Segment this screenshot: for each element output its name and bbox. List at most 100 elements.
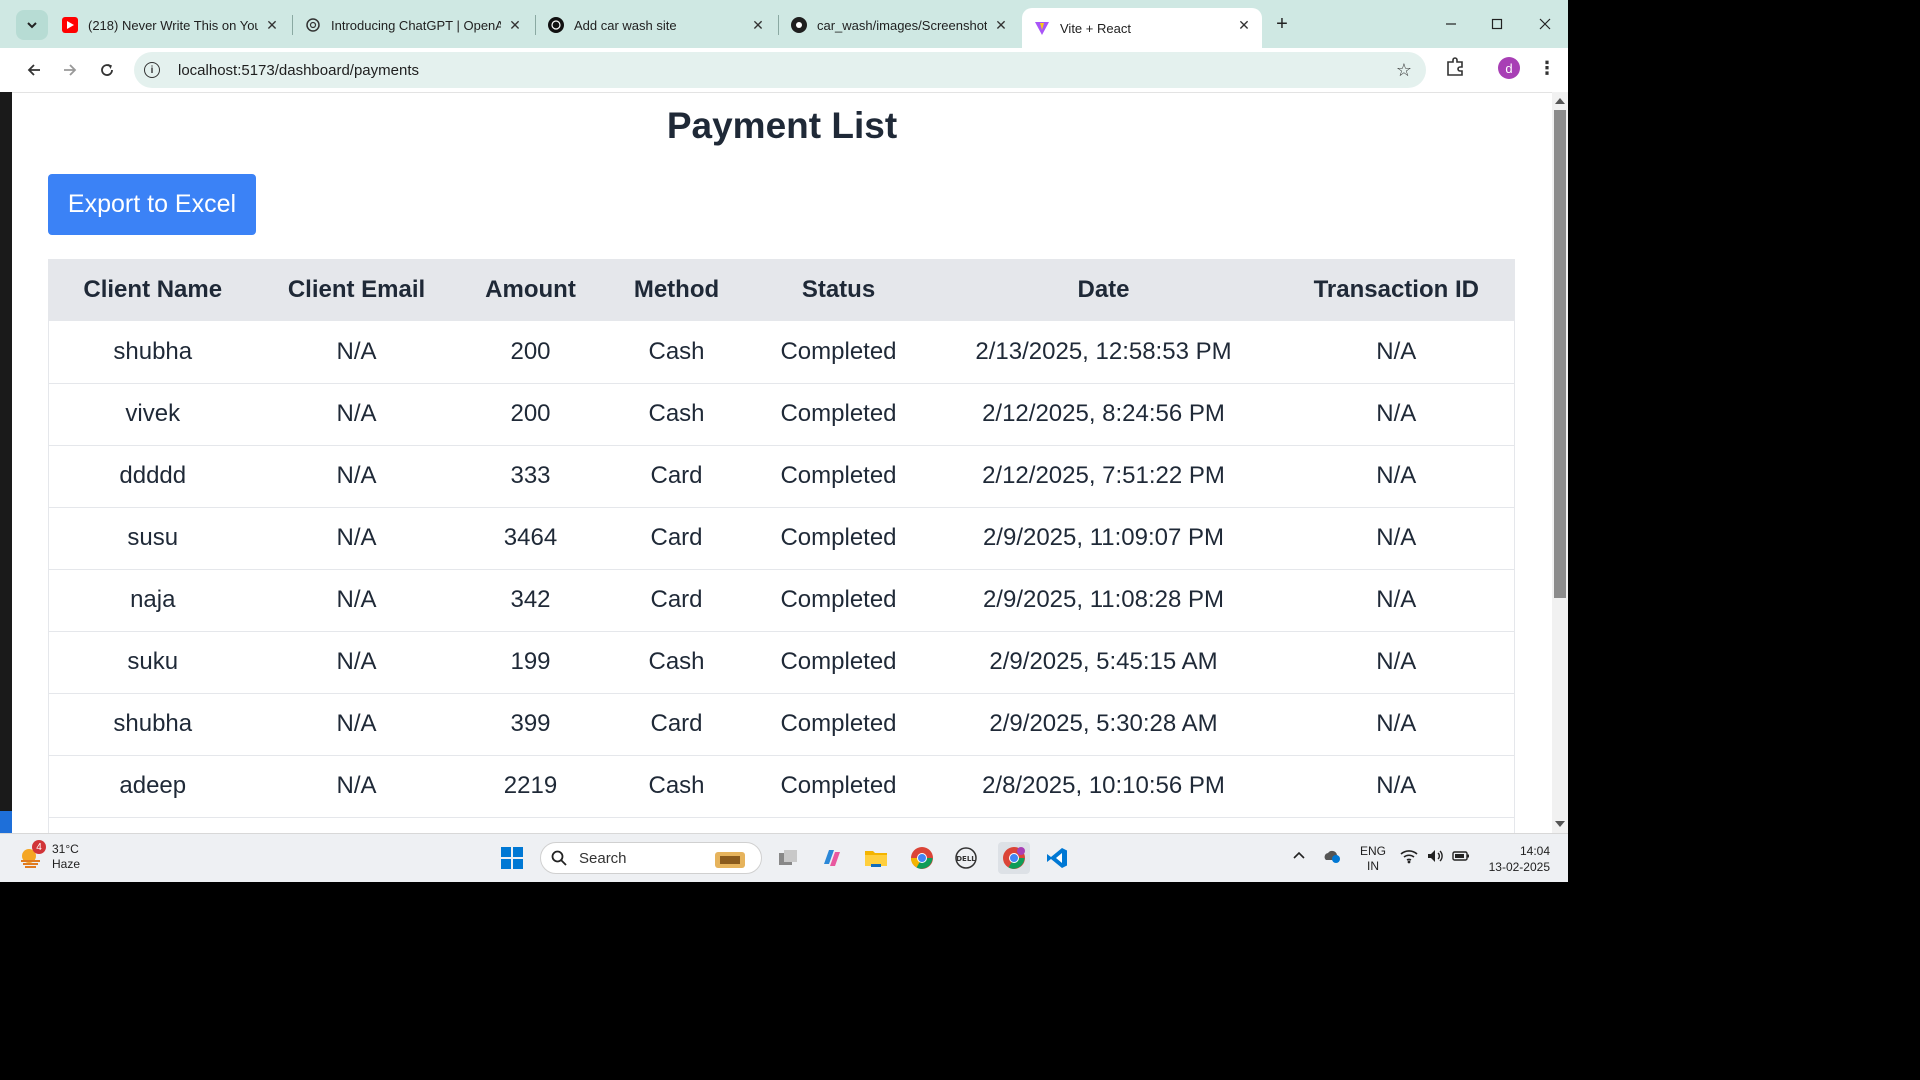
system-clock[interactable]: 14:04 13-02-2025: [1480, 843, 1550, 875]
column-header-date[interactable]: Date: [929, 259, 1279, 321]
dell-icon[interactable]: DELL: [952, 844, 980, 872]
column-header-method[interactable]: Method: [605, 259, 749, 321]
weather-widget[interactable]: 4 31°C Haze: [18, 840, 80, 872]
cell-client-email: N/A: [336, 586, 377, 613]
cell-amount: 200: [510, 400, 551, 427]
close-icon[interactable]: ✕: [264, 17, 280, 33]
search-placeholder: Search: [579, 849, 627, 867]
start-button[interactable]: [498, 844, 526, 872]
column-header-amount[interactable]: Amount: [457, 259, 605, 321]
extensions-icon[interactable]: [1444, 56, 1466, 78]
new-tab-button[interactable]: +: [1272, 14, 1292, 34]
task-view-icon[interactable]: [774, 844, 802, 872]
close-window-button[interactable]: [1530, 12, 1560, 36]
site-info-icon[interactable]: i: [144, 62, 160, 78]
cell-transaction-id: N/A: [1376, 462, 1417, 489]
svg-text:DELL: DELL: [956, 855, 976, 863]
cell-client-name: naja: [130, 586, 176, 613]
scroll-up-arrow-icon[interactable]: [1555, 98, 1565, 104]
tab-add-car-wash[interactable]: Add car wash site ✕: [536, 8, 776, 42]
cell-client-email: N/A: [336, 462, 377, 489]
volume-icon[interactable]: [1426, 848, 1444, 867]
cell-client-email: N/A: [336, 772, 377, 799]
tab-github[interactable]: car_wash/images/Screenshot (1 ✕: [779, 8, 1019, 42]
cell-date: 2/9/2025, 11:09:07 PM: [982, 524, 1225, 551]
vite-icon: [1034, 20, 1050, 36]
cell-date: 2/9/2025, 5:45:15 AM: [989, 648, 1218, 675]
file-explorer-icon[interactable]: [862, 844, 890, 872]
page-viewport: Payment List Export to Excel Client Name…: [12, 92, 1552, 833]
cell-method: Card: [650, 586, 703, 613]
tab-vite-react[interactable]: Vite + React ✕: [1022, 8, 1262, 48]
cell-client-email: N/A: [336, 648, 377, 675]
column-header-client-email[interactable]: Client Email: [257, 259, 457, 321]
taskbar-search[interactable]: Search: [540, 842, 762, 874]
windows-logo-icon: [501, 847, 523, 869]
minimize-button[interactable]: [1436, 12, 1466, 36]
table-row: ddddd N/A 333 Card Completed 2/12/2025, …: [48, 445, 1515, 507]
copilot-icon[interactable]: [818, 844, 846, 872]
cell-date: 2/8/2025, 10:10:56 PM: [982, 772, 1225, 799]
tab-title: Vite + React: [1060, 20, 1131, 36]
back-button[interactable]: [20, 56, 48, 84]
column-header-status[interactable]: Status: [749, 259, 929, 321]
menu-icon[interactable]: ⋮: [1538, 58, 1556, 78]
export-to-excel-button[interactable]: Export to Excel: [48, 174, 256, 235]
show-hidden-icons-button[interactable]: [1292, 848, 1306, 865]
chrome-icon[interactable]: [908, 844, 936, 872]
windows-taskbar: 4 31°C Haze Search DELL ENG IN 14:04 13-…: [0, 833, 1568, 882]
notification-badge: 4: [32, 840, 46, 854]
cell-status: Completed: [780, 524, 897, 551]
arrow-left-icon: [27, 64, 40, 76]
scroll-down-arrow-icon[interactable]: [1555, 821, 1565, 827]
payments-table: Client Name Client Email Amount Method S…: [48, 259, 1515, 833]
bookmark-star-icon[interactable]: ☆: [1396, 60, 1412, 81]
close-icon[interactable]: ✕: [507, 17, 523, 33]
language-indicator[interactable]: ENG IN: [1360, 844, 1386, 874]
tab-search-button[interactable]: [16, 10, 48, 40]
maximize-icon: [1491, 18, 1503, 30]
chevron-down-icon: [27, 22, 37, 29]
cell-transaction-id: N/A: [1376, 586, 1417, 613]
maximize-button[interactable]: [1482, 12, 1512, 36]
reload-icon: [101, 64, 113, 76]
avatar[interactable]: d: [1498, 57, 1520, 79]
arrow-right-icon: [64, 64, 77, 76]
reload-button[interactable]: [93, 56, 121, 84]
page-scrollbar[interactable]: [1552, 92, 1568, 833]
cell-date: 2/12/2025, 8:24:56 PM: [982, 400, 1225, 427]
tab-title: car_wash/images/Screenshot (1: [817, 17, 987, 33]
tab-title: (218) Never Write This on Your I: [88, 17, 258, 33]
language-code: ENG: [1360, 844, 1387, 858]
weather-haze-icon: 4: [18, 840, 46, 870]
battery-icon[interactable]: [1452, 848, 1470, 867]
cell-status: Completed: [780, 462, 897, 489]
vscode-icon[interactable]: [1043, 844, 1071, 872]
chrome-profile-icon[interactable]: [998, 842, 1030, 874]
table-row: naja N/A 342 Card Completed 2/9/2025, 11…: [48, 569, 1515, 631]
cell-transaction-id: N/A: [1376, 400, 1417, 427]
wifi-icon[interactable]: [1400, 848, 1418, 867]
cell-amount: 199: [510, 648, 551, 675]
tab-youtube[interactable]: (218) Never Write This on Your I ✕: [50, 8, 290, 42]
cell-client-name: suku: [127, 648, 179, 675]
forward-button[interactable]: [56, 56, 84, 84]
address-bar[interactable]: i localhost:5173/dashboard/payments ☆: [134, 52, 1426, 88]
cell-date: 2/12/2025, 7:51:22 PM: [982, 462, 1225, 489]
minimize-icon: [1446, 23, 1456, 25]
cell-amount: 2219: [503, 772, 558, 799]
cell-client-email: N/A: [336, 400, 377, 427]
onedrive-icon[interactable]: [1322, 848, 1342, 867]
column-header-transaction-id[interactable]: Transaction ID: [1279, 259, 1515, 321]
table-row: adeep N/A 2219 Cash Completed 2/8/2025, …: [48, 755, 1515, 817]
cell-status: Completed: [780, 648, 897, 675]
url-text[interactable]: localhost:5173/dashboard/payments: [178, 62, 419, 79]
close-icon[interactable]: ✕: [1236, 17, 1252, 33]
column-header-client-name[interactable]: Client Name: [49, 259, 257, 321]
scrollbar-thumb[interactable]: [1554, 110, 1566, 598]
tab-chatgpt[interactable]: Introducing ChatGPT | OpenAI ✕: [293, 8, 533, 42]
close-icon[interactable]: ✕: [993, 17, 1009, 33]
search-icon: [551, 850, 567, 866]
close-icon[interactable]: ✕: [750, 17, 766, 33]
cell-client-email: N/A: [336, 524, 377, 551]
